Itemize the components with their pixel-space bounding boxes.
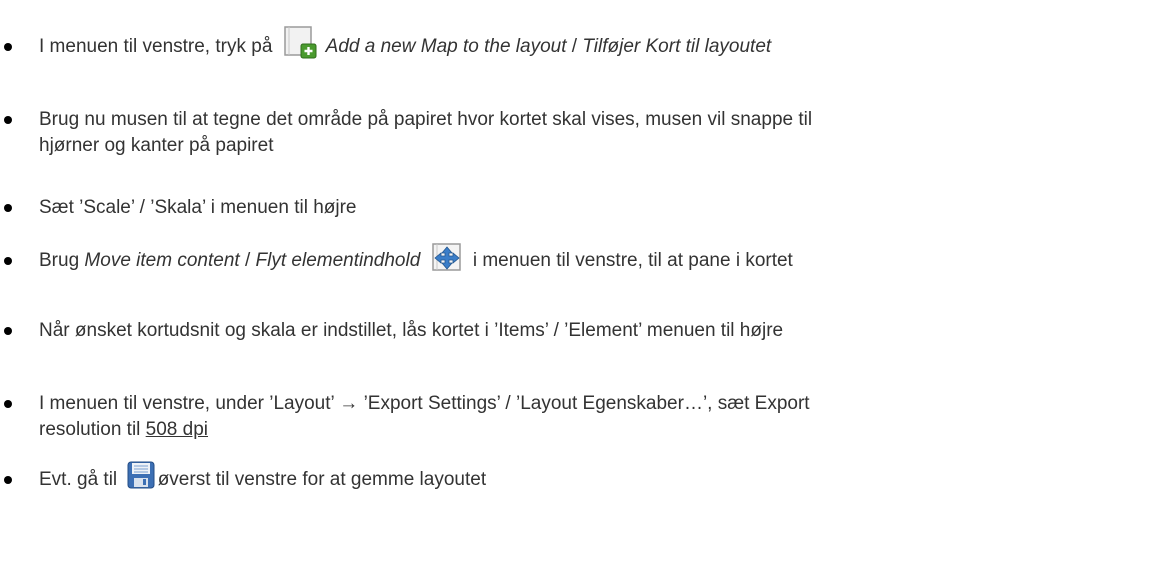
item-text-segment: / [239,250,256,271]
add-map-icon [282,25,318,59]
item-text: I menuen til venstre, tryk på Add a new … [39,26,772,60]
bullet [4,116,12,124]
bullet [4,476,12,484]
item-text: hjørner og kanter på papiret [39,135,274,156]
item-text-segment: 508 dpi [145,419,209,440]
item-text-segment: resolution til [39,419,146,440]
item-text-segment: Tilføjer Kort til layoutet [582,36,772,57]
save-icon [126,460,156,490]
item-text: I menuen til venstre, under ’Layout’ → ’… [39,393,810,414]
item-text-segment: i menuen til venstre, til at pane i kort… [467,250,793,271]
move-item-content-icon [430,241,464,273]
item-text-segment: Flyt elementindhold [255,250,421,271]
item-text: Når ønsket kortudsnit og skala er indsti… [39,320,784,341]
item-text-segment: I menuen til venstre, tryk på [39,36,273,57]
item-text: Brug Move item content / Flyt elementind… [39,243,793,274]
item-text-segment: / [566,36,583,57]
item-text: Brug nu musen til at tegne det område på… [39,109,813,130]
item-text-segment: Evt. gå til [39,469,123,490]
bullet [4,43,12,51]
bullet [4,257,12,265]
item-text-segment: Brug [39,250,85,271]
bullet [4,327,12,335]
bullet [4,204,12,212]
bullet [4,400,12,408]
item-text: Evt. gå til øverst til venstre for at ge… [39,461,487,493]
item-text: resolution til 508 dpi [39,417,208,443]
item-text: Sæt ’Scale’ / ’Skala’ i menuen til højre [39,197,357,218]
item-text-segment: Add a new Map to the layout [325,36,567,57]
item-text-segment: Move item content [84,250,240,271]
item-text-segment: øverst til venstre for at gemme layoutet [157,469,487,490]
